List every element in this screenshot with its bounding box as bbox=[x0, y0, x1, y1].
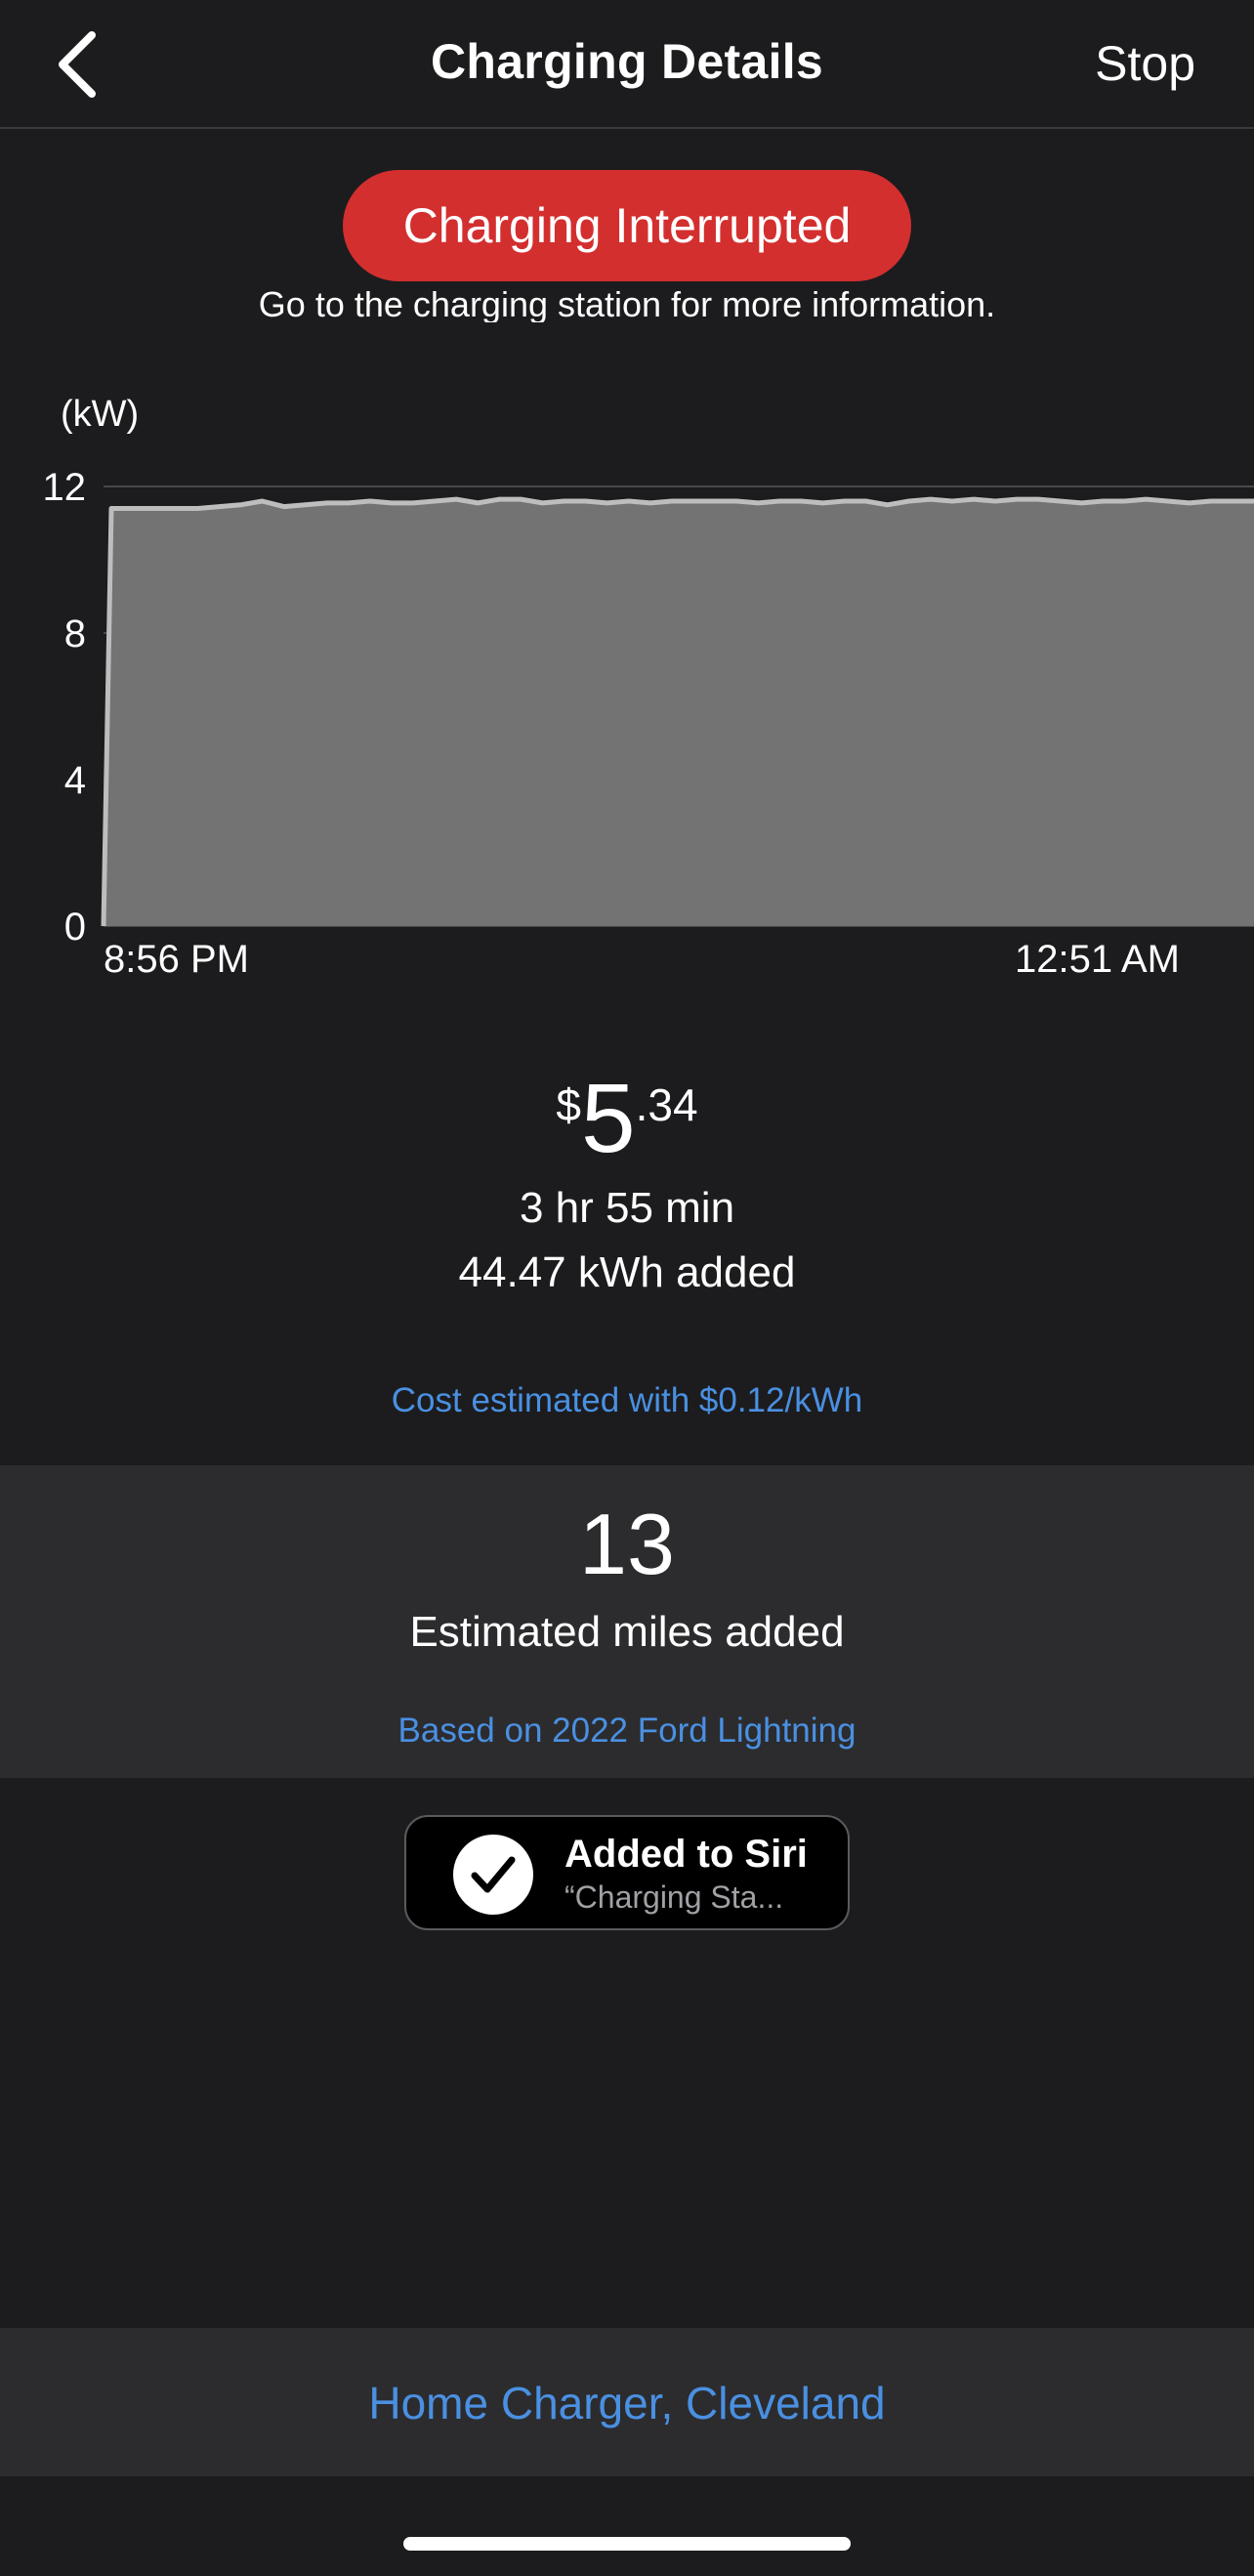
cost-whole: 5 bbox=[581, 1064, 636, 1173]
cost-display: $5.34 bbox=[0, 1065, 1254, 1172]
cost-estimate-link[interactable]: Cost estimated with $0.12/kWh bbox=[0, 1381, 1254, 1420]
x-end-label: 12:51 AM bbox=[1015, 938, 1180, 981]
status-message: Go to the charging station for more info… bbox=[258, 284, 996, 322]
miles-label: Estimated miles added bbox=[409, 1608, 845, 1656]
location-bar: Home Charger, Cleveland bbox=[0, 2328, 1254, 2476]
power-chart-svg: (kW) 12 8 4 0 8:56 PM 12:51 AM bbox=[43, 394, 1254, 981]
added-to-siri-button[interactable]: Added to Siri “Charging Sta... bbox=[404, 1815, 850, 1930]
charge-duration: 3 hr 55 min bbox=[519, 1184, 735, 1232]
miles-panel: 13 Estimated miles added Based on 2022 F… bbox=[0, 1465, 1254, 1778]
vehicle-link[interactable]: Based on 2022 Ford Lightning bbox=[0, 1711, 1254, 1751]
siri-phrase: “Charging Sta... bbox=[564, 1879, 784, 1915]
y-axis-label: (kW) bbox=[61, 394, 139, 435]
charger-location-link[interactable]: Home Charger, Cleveland bbox=[0, 2377, 1254, 2429]
power-area bbox=[104, 499, 1254, 926]
page-title: Charging Details bbox=[430, 34, 824, 89]
y-tick-label: 8 bbox=[64, 612, 86, 655]
y-tick-label: 0 bbox=[64, 906, 86, 949]
home-indicator bbox=[403, 2537, 851, 2551]
x-start-label: 8:56 PM bbox=[104, 938, 249, 981]
nav-bar: Charging Details Stop bbox=[0, 0, 1254, 129]
y-tick-labels: 12 8 4 0 bbox=[43, 466, 87, 949]
stop-button[interactable]: Stop bbox=[1095, 35, 1195, 92]
checkmark-icon bbox=[453, 1835, 533, 1915]
currency-symbol: $ bbox=[556, 1079, 581, 1130]
y-tick-label: 4 bbox=[64, 759, 86, 802]
cost-cents: .34 bbox=[635, 1079, 698, 1130]
power-chart: (kW) 12 8 4 0 8:56 PM 12:51 AM bbox=[0, 381, 1254, 996]
miles-value: 13 bbox=[579, 1496, 675, 1592]
status-badge: Charging Interrupted bbox=[343, 170, 911, 281]
siri-title: Added to Siri bbox=[564, 1833, 808, 1876]
y-tick-label: 12 bbox=[43, 466, 87, 509]
energy-added: 44.47 kWh added bbox=[458, 1248, 796, 1296]
